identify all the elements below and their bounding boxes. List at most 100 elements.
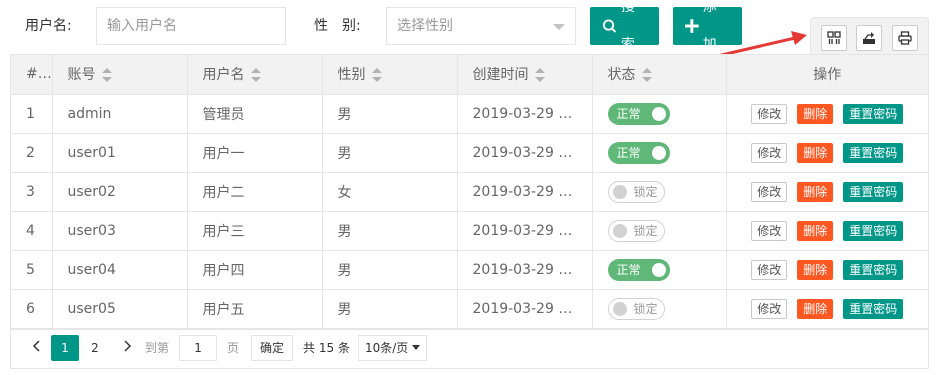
reset-password-button[interactable]: 重置密码: [843, 103, 904, 124]
table-row: 4 user03 用户三男 2019-03-29 1... 锁定 修改 删除 重置密码: [11, 211, 928, 251]
table-row: 6 user05 用户五男 2019-03-29 1... 锁定 修改 删除 重置密码: [11, 289, 928, 329]
cell-status: 正常: [592, 250, 727, 290]
cell-index: 3: [11, 172, 53, 212]
cell-actions: 修改 删除 重置密码: [726, 250, 928, 290]
status-text: 锁定: [633, 223, 658, 238]
cell-index: 4: [11, 211, 53, 251]
status-text: 锁定: [633, 184, 658, 199]
export-icon[interactable]: [856, 25, 882, 51]
status-switch[interactable]: 锁定: [607, 297, 665, 320]
status-switch[interactable]: 正常: [607, 141, 670, 164]
cell-actions: 修改 删除 重置密码: [726, 133, 928, 173]
gender-label: 性 别:: [314, 18, 361, 34]
sort-icon[interactable]: [371, 68, 382, 83]
username-input[interactable]: 输入用户名: [96, 7, 286, 45]
gender-select[interactable]: 选择性别: [386, 7, 576, 45]
cell-gender: 女: [322, 172, 458, 212]
status-switch[interactable]: 锁定: [607, 219, 665, 242]
delete-button[interactable]: 删除: [797, 220, 834, 241]
header-account-label: 账号: [67, 67, 96, 84]
switch-knob: [612, 301, 627, 316]
sort-icon[interactable]: [250, 68, 261, 83]
cell-created: 2019-03-29 1...: [457, 94, 593, 134]
header-index: #: [11, 55, 53, 95]
prev-page-icon[interactable]: [25, 339, 47, 356]
header-gender[interactable]: 性别: [322, 55, 458, 95]
cell-account: user04: [52, 250, 188, 290]
page-unit-label: 页: [227, 341, 240, 355]
switch-knob: [651, 262, 666, 277]
table-row: 1 admin 管理员男 2019-03-29 1... 正常 修改 删除 重置密码: [11, 94, 928, 134]
delete-button[interactable]: 删除: [797, 103, 834, 124]
cell-gender: 男: [322, 133, 458, 173]
reset-password-button[interactable]: 重置密码: [843, 259, 904, 280]
switch-knob: [651, 106, 666, 121]
page-size-value: 10条/页: [364, 340, 409, 355]
cell-gender: 男: [322, 211, 458, 251]
cell-gender: 男: [322, 94, 458, 134]
pagination: 1 2 到第 1 页 确定 共 15 条 10条/页: [10, 327, 929, 369]
edit-button[interactable]: 修改: [751, 142, 788, 163]
delete-button[interactable]: 删除: [797, 142, 834, 163]
delete-button[interactable]: 删除: [797, 259, 834, 280]
cell-username: 管理员: [187, 94, 323, 134]
status-switch[interactable]: 正常: [607, 258, 670, 281]
user-table: # 账号 用户名 性别 创建时间 状态 操作 1 admin 管理员男 2019-03…: [10, 54, 929, 330]
header-status-label: 状态: [607, 67, 636, 84]
cell-username: 用户四: [187, 250, 323, 290]
page-2[interactable]: 2: [81, 335, 109, 361]
caret-down-icon: [412, 345, 421, 350]
reset-password-button[interactable]: 重置密码: [843, 220, 904, 241]
cell-account: user03: [52, 211, 188, 251]
delete-button[interactable]: 删除: [797, 181, 834, 202]
goto-confirm-button[interactable]: 确定: [251, 334, 294, 361]
cell-username: 用户三: [187, 211, 323, 251]
table-header-row: # 账号 用户名 性别 创建时间 状态 操作: [11, 55, 928, 95]
header-username[interactable]: 用户名: [187, 55, 323, 95]
cell-status: 正常: [592, 94, 727, 134]
header-account[interactable]: 账号: [52, 55, 188, 95]
cell-created: 2019-03-29 1...: [457, 133, 593, 173]
edit-button[interactable]: 修改: [751, 298, 788, 319]
goto-page-input[interactable]: 1: [179, 334, 218, 361]
print-icon[interactable]: [892, 25, 918, 51]
search-icon: [602, 19, 617, 33]
reset-password-button[interactable]: 重置密码: [843, 142, 904, 163]
cell-created: 2019-03-29 1...: [457, 211, 593, 251]
status-text: 正常: [616, 106, 641, 121]
edit-button[interactable]: 修改: [751, 103, 788, 124]
cell-created: 2019-03-29 1...: [457, 172, 593, 212]
cell-account: user01: [52, 133, 188, 173]
header-actions: 操作: [726, 55, 928, 95]
cell-status: 正常: [592, 133, 727, 173]
cell-account: user05: [52, 289, 188, 329]
sort-icon[interactable]: [641, 68, 652, 83]
status-text: 正常: [616, 262, 641, 277]
sort-icon[interactable]: [534, 68, 545, 83]
edit-button[interactable]: 修改: [751, 220, 788, 241]
status-switch[interactable]: 正常: [607, 102, 670, 125]
sort-icon[interactable]: [101, 68, 112, 83]
next-page-icon[interactable]: [117, 339, 139, 356]
cell-index: 6: [11, 289, 53, 329]
search-button[interactable]: 搜索: [590, 0, 659, 53]
page-size-select[interactable]: 10条/页: [357, 334, 428, 361]
reset-password-button[interactable]: 重置密码: [843, 181, 904, 202]
header-username-label: 用户名: [202, 67, 245, 84]
cell-status: 锁定: [592, 211, 727, 251]
reset-password-button[interactable]: 重置密码: [843, 298, 904, 319]
cell-gender: 男: [322, 250, 458, 290]
gender-select-placeholder: 选择性别: [397, 18, 453, 34]
edit-button[interactable]: 修改: [751, 181, 788, 202]
edit-button[interactable]: 修改: [751, 259, 788, 280]
header-status[interactable]: 状态: [592, 55, 727, 95]
status-switch[interactable]: 锁定: [607, 180, 665, 203]
delete-button[interactable]: 删除: [797, 298, 834, 319]
table-row: 2 user01 用户一男 2019-03-29 1... 正常 修改 删除 重置密码: [11, 133, 928, 173]
header-gender-label: 性别: [337, 67, 366, 84]
table-row: 5 user04 用户四男 2019-03-29 1... 正常 修改 删除 重置密码: [11, 250, 928, 290]
header-created[interactable]: 创建时间: [457, 55, 593, 95]
switch-knob: [612, 184, 627, 199]
columns-icon[interactable]: [821, 25, 847, 51]
page-1[interactable]: 1: [51, 334, 79, 361]
